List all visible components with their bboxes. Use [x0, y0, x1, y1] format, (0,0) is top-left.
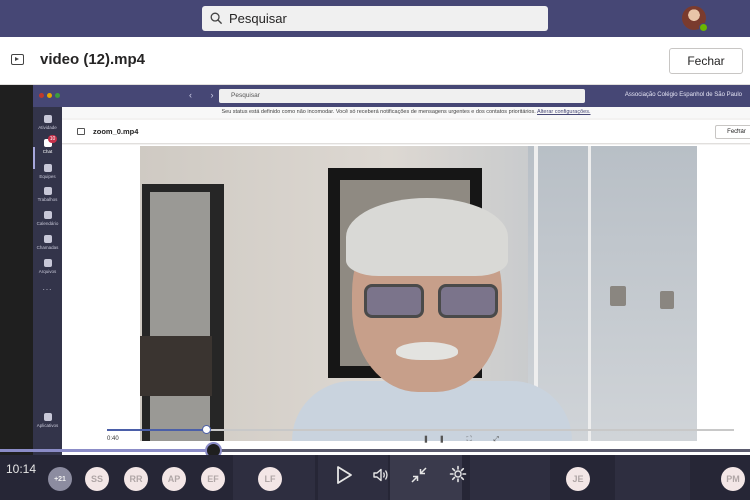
assignments-icon	[43, 187, 52, 195]
background-shelf	[140, 336, 212, 396]
rail-item-apps: Aplicativos	[33, 413, 62, 428]
overflow-participants-chip: +21	[48, 467, 72, 491]
webcam-video-frame	[140, 146, 697, 441]
search-box[interactable]: Pesquisar	[202, 6, 548, 31]
inner-search-box: Pesquisar	[219, 89, 585, 103]
inner-top-bar: ‹ › Pesquisar Associação Colégio Espanho…	[33, 85, 750, 107]
inner-time-label: 0:40	[107, 436, 119, 442]
search-icon	[210, 12, 223, 25]
file-header: video (12).mp4 Fechar	[0, 37, 750, 85]
nav-arrows-icon: ‹ ›	[189, 90, 222, 100]
app-top-bar: Pesquisar	[0, 0, 750, 37]
rail-item-calendar: Calendário	[33, 211, 62, 226]
file-title: video (12).mp4	[40, 51, 146, 68]
settings-gear-icon[interactable]	[449, 465, 467, 483]
inner-file-header: zoom_0.mp4 Fechar ···	[62, 120, 750, 144]
exit-fullscreen-icon[interactable]	[410, 466, 428, 484]
bell-icon	[43, 115, 52, 123]
rail-item-files: Arquivos	[33, 259, 62, 274]
close-button[interactable]: Fechar	[669, 48, 743, 74]
participant-chip: SS	[85, 467, 109, 491]
apps-icon	[43, 413, 52, 421]
inner-app-rail: Atividade 10 Chat Equipes Trabalhos Cale…	[33, 107, 62, 455]
inner-file-title: zoom_0.mp4	[93, 127, 139, 136]
participant-chip: LF	[258, 467, 282, 491]
more-options-icon: ···	[736, 125, 744, 134]
rail-item-chat: 10 Chat	[42, 135, 57, 154]
rail-item-activity: Atividade	[33, 115, 62, 130]
inner-close-button: Fechar	[715, 125, 750, 139]
participant-chip: RR	[124, 467, 148, 491]
person-mustache	[396, 342, 458, 360]
person-glasses	[360, 284, 510, 318]
rail-item-calls: Chamadas	[33, 235, 62, 250]
video-viewer[interactable]: ‹ › Pesquisar Associação Colégio Espanho…	[0, 85, 750, 455]
files-icon	[43, 259, 52, 267]
presence-available-icon	[699, 23, 708, 32]
calendar-icon	[43, 211, 52, 219]
video-file-icon	[77, 128, 85, 135]
inner-player-controls-icon: ❚❚ ⛶ ⤢	[423, 436, 510, 443]
rail-item-teams: Equipes	[33, 164, 62, 179]
video-progress-fill	[0, 449, 214, 452]
inner-progress-track	[107, 425, 734, 434]
current-time: 10:14	[6, 462, 37, 476]
participant-chip: PM	[721, 467, 745, 491]
phone-icon	[43, 235, 52, 243]
rail-item-assignments: Trabalhos	[33, 187, 62, 202]
participant-tile	[615, 455, 690, 500]
inner-status-banner: Seu status está definido como não incomo…	[62, 107, 750, 118]
inner-status-link: Alterar configurações.	[537, 109, 591, 115]
play-button[interactable]	[332, 464, 354, 486]
person-hair	[346, 198, 508, 276]
search-placeholder: Pesquisar	[229, 11, 287, 26]
volume-icon[interactable]	[372, 466, 390, 484]
participant-tile	[470, 455, 550, 500]
participant-chip: JE	[566, 467, 590, 491]
teams-icon	[43, 164, 52, 172]
background-door	[142, 184, 224, 441]
user-avatar[interactable]	[682, 6, 708, 32]
inner-org-name: Associação Colégio Espanhol de São Paulo	[624, 92, 742, 98]
player-controls-strip: 10:14 +21 SS RR AP EF LF JE PM	[0, 455, 750, 500]
more-icon: ...	[42, 283, 53, 292]
video-file-icon	[11, 54, 24, 65]
participant-chip: EF	[201, 467, 225, 491]
chat-badge: 10	[48, 135, 57, 143]
video-progress-track[interactable]	[0, 442, 750, 459]
window-controls	[39, 93, 60, 98]
participant-chip: AP	[162, 467, 186, 491]
inner-progress-fill	[107, 429, 208, 431]
shared-screen-teams-window: ‹ › Pesquisar Associação Colégio Espanho…	[33, 85, 750, 455]
